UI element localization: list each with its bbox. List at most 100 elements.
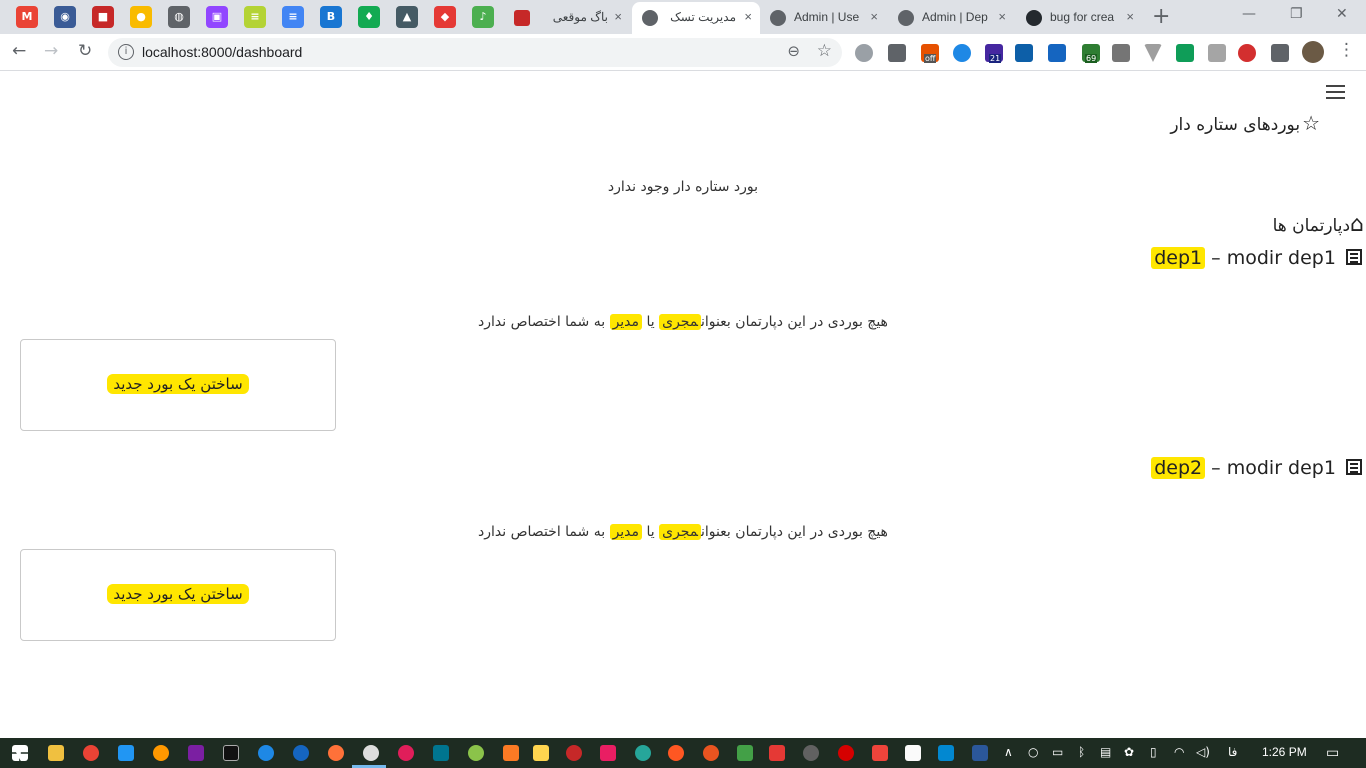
extension-icon-9[interactable] xyxy=(1112,44,1130,62)
tab-admin-departments[interactable]: Admin | Dep × xyxy=(888,2,1014,34)
app-icon-22[interactable] xyxy=(737,745,753,761)
keep-icon[interactable]: ● xyxy=(130,6,152,28)
extension-icon-12[interactable] xyxy=(1208,44,1226,62)
restore-button[interactable]: ❐ xyxy=(1290,6,1303,22)
tab-icon-3[interactable]: ■ xyxy=(92,6,114,28)
tab-icon-2[interactable]: ◉ xyxy=(54,6,76,28)
bookmark-star-icon[interactable]: ☆ xyxy=(817,41,832,61)
extension-icon-7[interactable] xyxy=(1048,44,1066,62)
avatar[interactable] xyxy=(1302,41,1324,63)
extension-icon-5[interactable]: 21 xyxy=(985,44,1003,63)
sheets-icon[interactable] xyxy=(1176,44,1194,62)
browser-menu-icon[interactable]: ⋮ xyxy=(1338,40,1355,60)
app-icon-14[interactable] xyxy=(468,745,484,761)
anydesk-icon[interactable] xyxy=(872,745,888,761)
xampp-icon[interactable] xyxy=(503,745,519,761)
back-button[interactable]: ← xyxy=(12,41,26,61)
mysql-workbench-icon[interactable] xyxy=(433,745,449,761)
extension-icon-2[interactable] xyxy=(888,44,906,62)
address-bar[interactable]: i localhost:8000/dashboard ⊖ ☆ xyxy=(108,38,842,67)
mongodb-icon[interactable]: ♦ xyxy=(358,6,380,28)
create-board-button[interactable]: ساختن یک بورد جدید xyxy=(20,549,336,641)
jetbrains-icon[interactable] xyxy=(188,745,204,761)
extension-icon-3[interactable]: off xyxy=(921,44,939,63)
url-text[interactable]: localhost:8000/dashboard xyxy=(142,44,302,60)
app-icon-24[interactable] xyxy=(803,745,819,761)
battery-icon[interactable]: ▯ xyxy=(1150,745,1157,759)
app-icon-17[interactable] xyxy=(566,745,582,761)
kotlin-icon[interactable] xyxy=(258,745,274,761)
bluetooth-icon[interactable]: ᛒ xyxy=(1078,745,1085,759)
word-icon[interactable] xyxy=(972,745,988,761)
close-icon[interactable]: × xyxy=(1126,2,1134,32)
wifi-icon[interactable]: ◠ xyxy=(1174,745,1184,759)
tab-icon-12[interactable]: ◆ xyxy=(434,6,456,28)
slack-icon[interactable] xyxy=(398,745,414,761)
tray-circle-icon[interactable]: ○ xyxy=(1028,745,1038,759)
clock[interactable]: 1:26 PM xyxy=(1262,745,1307,759)
app-icon-19[interactable] xyxy=(635,745,651,761)
department-empty-message: هیچ بوردی در این دپارتمان بعنوانمجری یا … xyxy=(0,524,1366,540)
tab-task-management[interactable]: مدیریت تسک × xyxy=(632,2,760,34)
role-manager: مدیر xyxy=(609,314,643,330)
tab-github-issue[interactable]: bug for crea × xyxy=(1016,2,1142,34)
firefox-icon[interactable] xyxy=(328,745,344,761)
browser-toolbar: ← → ↻ i localhost:8000/dashboard ⊖ ☆ off… xyxy=(0,34,1366,71)
app-icon-28[interactable] xyxy=(938,745,954,761)
start-windows-icon[interactable] xyxy=(12,745,28,761)
create-board-button[interactable]: ساختن یک بورد جدید xyxy=(20,339,336,431)
extension-icon-13[interactable] xyxy=(1238,44,1256,62)
twitch-icon[interactable]: ▣ xyxy=(206,6,228,28)
extensions-puzzle-icon[interactable] xyxy=(1271,44,1289,62)
notification-icon[interactable]: ▭ xyxy=(1326,745,1339,761)
docs-icon[interactable]: ≡ xyxy=(282,6,304,28)
extension-icon-4[interactable] xyxy=(953,44,971,62)
file-icon[interactable] xyxy=(905,745,921,761)
tab-admin-users[interactable]: Admin | Use × xyxy=(760,2,886,34)
maps-pin-icon[interactable] xyxy=(293,745,309,761)
opera-icon[interactable] xyxy=(838,745,854,761)
windows-taskbar: ∧ ○ ▭ ᛒ ▤ ✿ ▯ ◠ ◁) فا 1:26 PM ▭ xyxy=(0,738,1366,768)
file-explorer-icon[interactable] xyxy=(48,745,64,761)
bootstrap-icon[interactable]: B xyxy=(320,6,342,28)
zoom-icon[interactable]: ⊖ xyxy=(787,42,800,60)
tab-icon-11[interactable]: ▲ xyxy=(396,6,418,28)
department-manager: modir dep1 xyxy=(1226,457,1336,479)
music-icon[interactable]: ♪ xyxy=(472,6,494,28)
vscode-icon[interactable] xyxy=(118,745,134,761)
phpstorm-icon[interactable] xyxy=(223,745,239,761)
globe-icon[interactable]: ◍ xyxy=(168,6,190,28)
tray-app-icon-2[interactable]: ▤ xyxy=(1100,745,1111,759)
reload-button[interactable]: ↻ xyxy=(78,41,92,61)
app-icon-23[interactable] xyxy=(769,745,785,761)
active-app-icon[interactable] xyxy=(363,745,379,761)
hamburger-menu-icon[interactable] xyxy=(1326,85,1345,103)
tab-bug[interactable]: باگ موقعی × xyxy=(504,2,630,34)
close-icon[interactable]: × xyxy=(870,2,878,32)
vuejs-devtools-icon[interactable] xyxy=(1144,44,1162,62)
volume-icon[interactable]: ◁) xyxy=(1196,745,1210,759)
extension-icon-8[interactable]: 69 xyxy=(1082,44,1100,63)
close-icon[interactable]: × xyxy=(744,2,752,32)
tab-icon-7[interactable]: ≡ xyxy=(244,6,266,28)
app-icon-20[interactable] xyxy=(668,745,684,761)
onedrive-icon[interactable] xyxy=(1015,44,1033,62)
minimize-button[interactable]: — xyxy=(1242,6,1256,22)
app-icon-18[interactable] xyxy=(600,745,616,761)
close-icon[interactable]: × xyxy=(998,2,1006,32)
close-icon[interactable]: × xyxy=(614,2,622,32)
forward-button[interactable]: → xyxy=(44,41,58,61)
app-icon-16[interactable] xyxy=(533,745,549,761)
tray-chevron-icon[interactable]: ∧ xyxy=(1004,745,1013,759)
tray-app-icon-1[interactable]: ▭ xyxy=(1052,745,1063,759)
new-tab-button[interactable]: + xyxy=(1152,4,1170,29)
site-info-icon[interactable]: i xyxy=(118,44,134,60)
gmail-icon[interactable]: M xyxy=(16,6,38,28)
language-indicator[interactable]: فا xyxy=(1228,745,1237,759)
tray-app-icon-3[interactable]: ✿ xyxy=(1124,745,1134,759)
search-icon[interactable] xyxy=(153,745,169,761)
chrome-icon[interactable] xyxy=(83,745,99,761)
extension-icon-1[interactable] xyxy=(855,44,873,62)
ubuntu-icon[interactable] xyxy=(703,745,719,761)
close-window-button[interactable]: ✕ xyxy=(1336,6,1348,22)
